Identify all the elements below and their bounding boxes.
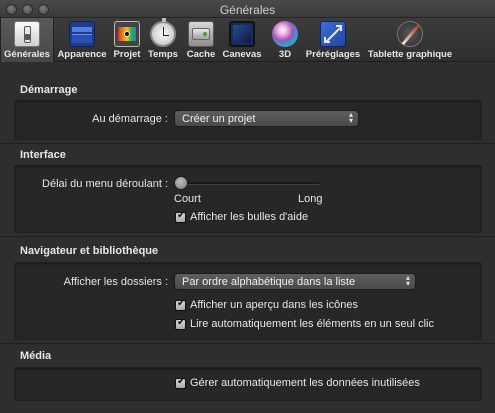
popup-arrows-icon: ▴ ▾ — [405, 273, 410, 288]
window-title: Générales — [219, 3, 276, 17]
cache-icon — [188, 21, 214, 47]
folders-popup[interactable]: Par ordre alphabétique dans la liste ▴ ▾ — [174, 273, 416, 290]
slider-max-label: Long — [298, 193, 323, 205]
startup-popup-value: Créer un projet — [182, 113, 256, 125]
preview-checkbox[interactable]: Afficher un aperçu dans les icônes — [175, 298, 405, 313]
divider — [0, 143, 495, 144]
checkbox-box — [175, 210, 186, 223]
manage-unused-label: Gérer automatiquement les données inutil… — [190, 377, 420, 389]
appearance-icon — [69, 21, 95, 47]
film-icon — [114, 21, 140, 47]
divider — [0, 343, 495, 344]
tab-generales-label: Générales — [4, 49, 50, 60]
autoplay-label: Lire automatiquement les éléments en un … — [190, 318, 434, 330]
folders-label: Afficher les dossiers : — [63, 276, 168, 288]
delay-slider[interactable] — [174, 176, 324, 190]
folders-popup-value: Par ordre alphabétique dans la liste — [182, 276, 356, 288]
tab-prereglages[interactable]: Préréglages — [304, 18, 362, 62]
autoplay-checkbox[interactable]: Lire automatiquement les éléments en un … — [175, 317, 460, 332]
slider-knob[interactable] — [174, 176, 188, 190]
stylus-icon — [397, 21, 423, 47]
preferences-toolbar: Générales Apparence Projet Temps Cache C… — [0, 18, 495, 62]
tab-apparence[interactable]: Apparence — [56, 18, 108, 62]
slider-track — [178, 182, 320, 185]
tab-projet-label: Projet — [113, 49, 141, 60]
tab-tablette-graphique-label: Tablette graphique — [367, 49, 453, 60]
tab-3d[interactable]: 3D — [270, 18, 300, 62]
title-bar: Générales — [0, 0, 495, 18]
tab-canevas-label: Canevas — [222, 49, 262, 60]
tab-apparence-label: Apparence — [57, 49, 107, 60]
delay-label: Délai du menu déroulant : — [42, 178, 168, 190]
startup-popup[interactable]: Créer un projet ▴ ▾ — [174, 110, 359, 127]
switch-icon — [14, 21, 40, 47]
manage-unused-checkbox[interactable]: Gérer automatiquement les données inutil… — [175, 376, 450, 391]
startup-label: Au démarrage : — [92, 113, 168, 125]
tab-generales[interactable]: Générales — [0, 18, 54, 62]
preferences-window: Générales Générales Apparence Projet Tem… — [0, 0, 495, 413]
tab-canevas[interactable]: Canevas — [220, 18, 264, 62]
divider — [0, 236, 495, 237]
tab-3d-label: 3D — [278, 49, 292, 60]
tooltips-checkbox[interactable]: Afficher les bulles d'aide — [175, 210, 335, 225]
slider-min-label: Court — [174, 193, 201, 205]
tab-projet[interactable]: Projet — [112, 18, 142, 62]
checkbox-box — [175, 298, 186, 311]
tooltips-label: Afficher les bulles d'aide — [190, 211, 309, 223]
tab-tablette-graphique[interactable]: Tablette graphique — [366, 18, 454, 62]
tab-temps[interactable]: Temps — [146, 18, 180, 62]
canvas-icon — [229, 21, 255, 47]
sphere-icon — [272, 21, 298, 47]
checkbox-box — [175, 317, 186, 330]
preview-label: Afficher un aperçu dans les icônes — [190, 299, 358, 311]
section-title-media: Média — [20, 350, 52, 362]
section-title-interface: Interface — [20, 149, 66, 161]
section-title-demarrage: Démarrage — [20, 84, 78, 96]
checkbox-box — [175, 376, 186, 389]
tab-cache-label: Cache — [186, 49, 216, 60]
tab-cache[interactable]: Cache — [184, 18, 218, 62]
tab-temps-label: Temps — [148, 49, 178, 60]
presets-icon — [320, 21, 346, 47]
section-title-navigateur: Navigateur et bibliothèque — [20, 245, 159, 257]
stopwatch-icon — [150, 18, 176, 47]
tab-prereglages-label: Préréglages — [305, 49, 361, 60]
popup-arrows-icon: ▴ ▾ — [348, 110, 353, 125]
